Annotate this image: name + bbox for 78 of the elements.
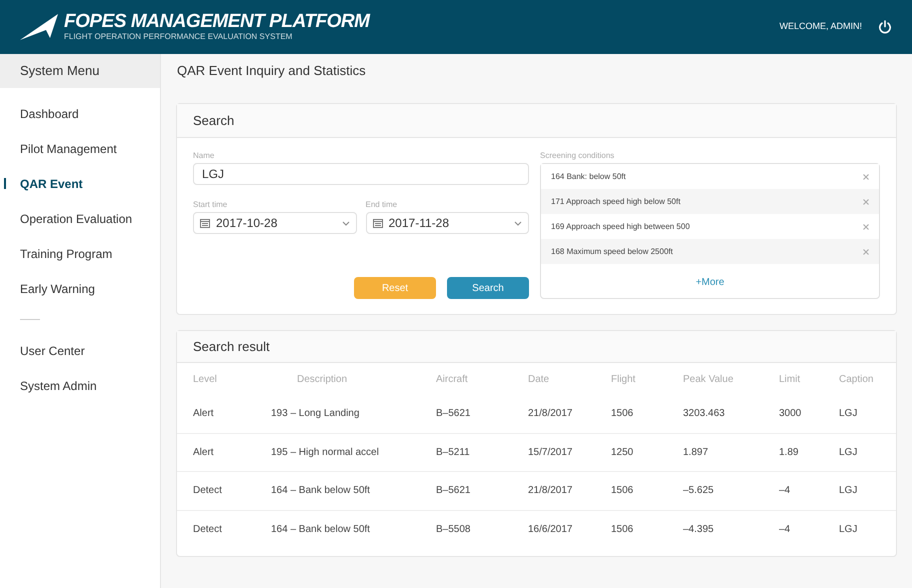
field-label: Name xyxy=(193,150,216,159)
menu-item[interactable]: Early Warning xyxy=(0,271,160,306)
card-title: Search xyxy=(177,104,896,138)
app-subtitle: FLIGHT OPERATION PERFORMANCE EVALUATION SYSTEM xyxy=(64,32,294,42)
table-cell-text: –5.625 xyxy=(683,484,715,498)
field-label: Screening conditions xyxy=(540,150,616,159)
search-button[interactable]: Search xyxy=(447,277,529,299)
column-header: Limit xyxy=(779,372,802,386)
name-field[interactable]: LGJ xyxy=(193,163,529,185)
condition-text: 171 Approach speed high below 50ft xyxy=(551,196,680,208)
menu-item[interactable]: Operation Evaluation xyxy=(0,201,160,236)
date-picker[interactable]: 2017-11-28 xyxy=(366,212,529,234)
column-header: Caption xyxy=(839,372,874,386)
table-cell-text: –4 xyxy=(779,484,792,498)
close-icon[interactable] xyxy=(863,248,869,254)
close-icon[interactable] xyxy=(863,224,869,230)
table-cell-text: 1250 xyxy=(611,446,634,460)
table-cell-text: LGJ xyxy=(839,523,858,538)
table-cell-text: 1506 xyxy=(611,484,634,498)
table-cell-text: Detect xyxy=(193,523,223,538)
table-cell-text: Detect xyxy=(193,484,223,498)
table-cell-text: B–5211 xyxy=(436,446,471,460)
close-icon[interactable] xyxy=(863,198,869,204)
table-cell-text: 164 – Bank below 50ft xyxy=(271,484,371,498)
table-cell-text: 21/8/2017 xyxy=(528,484,574,498)
table-cell-text: LGJ xyxy=(839,484,858,498)
column-header: Flight xyxy=(611,372,636,386)
table-cell-text: Alert xyxy=(193,407,215,422)
condition-text: 168 Maximum speed below 2500ft xyxy=(551,246,673,258)
column-header: Level xyxy=(193,372,218,386)
menu-item[interactable]: User Center xyxy=(0,333,160,368)
table-cell-text: 3000 xyxy=(779,407,802,422)
table-cell-text: 193 – Long Landing xyxy=(271,407,360,422)
condition-text: 169 Approach speed high between 500 xyxy=(551,220,690,232)
table-cell-text: 1.897 xyxy=(683,446,710,460)
field-label: Start time xyxy=(193,199,228,208)
sidebar-title: System Menu xyxy=(0,54,160,88)
table-cell-text: LGJ xyxy=(839,446,858,460)
column-header: Peak Value xyxy=(683,372,734,386)
field-label: End time xyxy=(366,199,398,208)
menu-item[interactable]: QAR Event xyxy=(0,166,160,201)
column-header: Aircraft xyxy=(436,372,469,386)
table-cell-text: 3203.463 xyxy=(683,407,726,422)
column-header: Description xyxy=(296,372,348,386)
table-cell-text: 164 – Bank below 50ft xyxy=(271,523,371,538)
menu-item[interactable]: Training Program xyxy=(0,236,160,271)
table-cell-text: 16/6/2017 xyxy=(528,523,574,538)
table-cell-text: –4 xyxy=(779,523,792,538)
chevron-down-icon xyxy=(342,220,350,226)
condition-text: 164 Bank: below 50ft xyxy=(551,170,626,182)
welcome-text: WELCOME, ADMIN! xyxy=(779,20,862,34)
table-cell-text: LGJ xyxy=(839,407,858,422)
table-cell-text: 1.89 xyxy=(779,446,800,460)
table-cell-text: 21/8/2017 xyxy=(528,407,574,422)
calendar-icon xyxy=(200,218,210,228)
menu-item[interactable]: System Admin xyxy=(0,368,160,403)
menu-item[interactable]: Dashboard xyxy=(0,96,160,131)
chevron-down-icon xyxy=(514,220,522,226)
more-link[interactable]: +More xyxy=(696,275,724,290)
calendar-icon xyxy=(372,218,382,228)
table-cell-text: B–5508 xyxy=(436,523,472,538)
table-cell-text: 1506 xyxy=(611,523,634,538)
table-cell-text: B–5621 xyxy=(436,484,472,498)
menu-item[interactable]: Pilot Management xyxy=(0,131,160,166)
app-title: FOPES MANAGEMENT PLATFORM xyxy=(64,12,370,32)
table-cell-text: Alert xyxy=(193,446,215,460)
plane-logo-icon xyxy=(20,14,60,40)
table-cell-text: 15/7/2017 xyxy=(528,446,574,460)
card-title: Search result xyxy=(177,331,896,363)
close-icon[interactable] xyxy=(863,174,869,180)
column-header: Date xyxy=(528,372,550,386)
page-title: QAR Event Inquiry and Statistics xyxy=(176,62,367,80)
power-icon[interactable] xyxy=(878,20,892,34)
table-cell-text: B–5621 xyxy=(436,407,472,422)
date-picker[interactable]: 2017-10-28 xyxy=(193,212,356,234)
table-cell-text: –4.395 xyxy=(683,523,715,538)
table-cell-text: 195 – High normal accel xyxy=(271,446,380,460)
table-cell-text: 1506 xyxy=(611,407,634,422)
